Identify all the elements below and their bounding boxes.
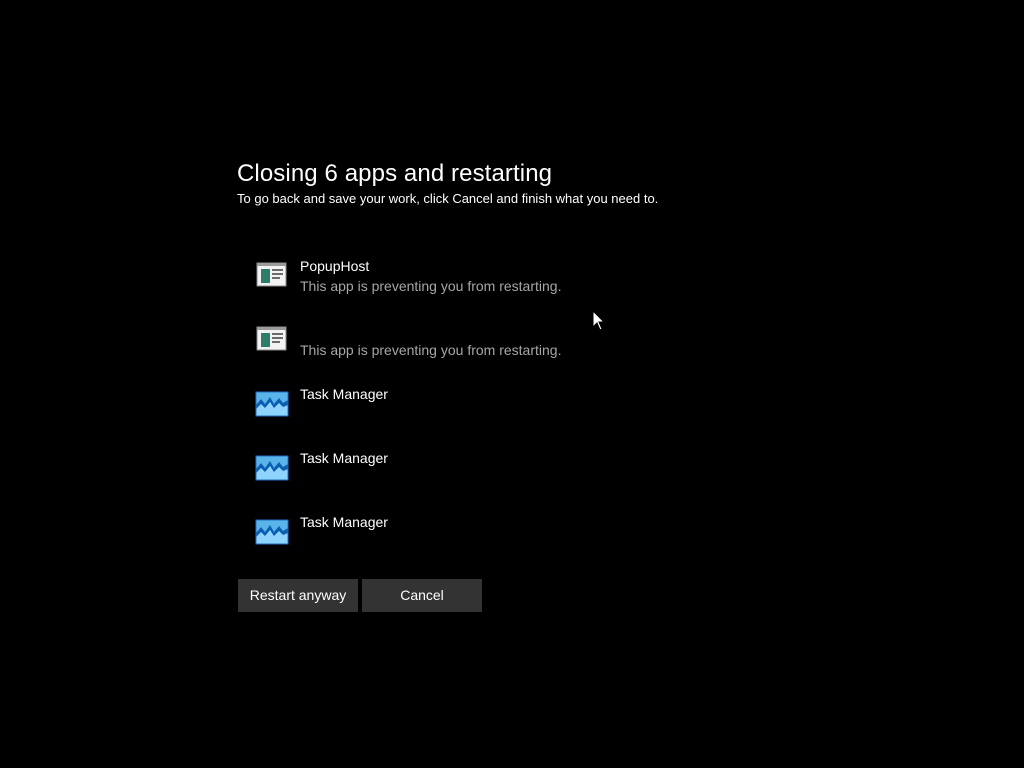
dialog-title: Closing 6 apps and restarting <box>237 160 553 187</box>
app-name: Task Manager <box>300 514 388 530</box>
restart-anyway-button[interactable]: Restart anyway <box>238 579 358 612</box>
app-name: Task Manager <box>300 386 388 402</box>
list-item: Task Manager <box>255 512 755 576</box>
dialog-subtitle: To go back and save your work, click Can… <box>237 191 659 206</box>
app-name: Task Manager <box>300 450 388 466</box>
task-manager-icon <box>255 516 289 546</box>
dialog-buttons: Restart anyway Cancel <box>238 579 482 612</box>
list-item: Task Manager <box>255 448 755 512</box>
popuphost-app-icon <box>255 324 289 354</box>
app-name <box>300 320 561 340</box>
app-status: This app is preventing you from restarti… <box>300 278 562 294</box>
app-status: This app is preventing you from restarti… <box>300 342 562 358</box>
popuphost-app-icon <box>255 260 289 290</box>
app-name: PopupHost <box>300 258 370 274</box>
list-item: PopupHost This app is preventing you fro… <box>255 256 755 320</box>
task-manager-icon <box>255 388 289 418</box>
task-manager-icon <box>255 452 289 482</box>
close-apps-dialog: Closing 6 apps and restarting To go back… <box>237 158 797 612</box>
list-item: Task Manager <box>255 384 755 448</box>
mouse-pointer-icon <box>592 309 606 332</box>
list-item: This app is preventing you from restarti… <box>255 320 755 384</box>
shutdown-screen: Closing 6 apps and restarting To go back… <box>0 0 1024 768</box>
cancel-button[interactable]: Cancel <box>362 579 482 612</box>
blocking-apps-list: PopupHost This app is preventing you fro… <box>255 256 755 576</box>
